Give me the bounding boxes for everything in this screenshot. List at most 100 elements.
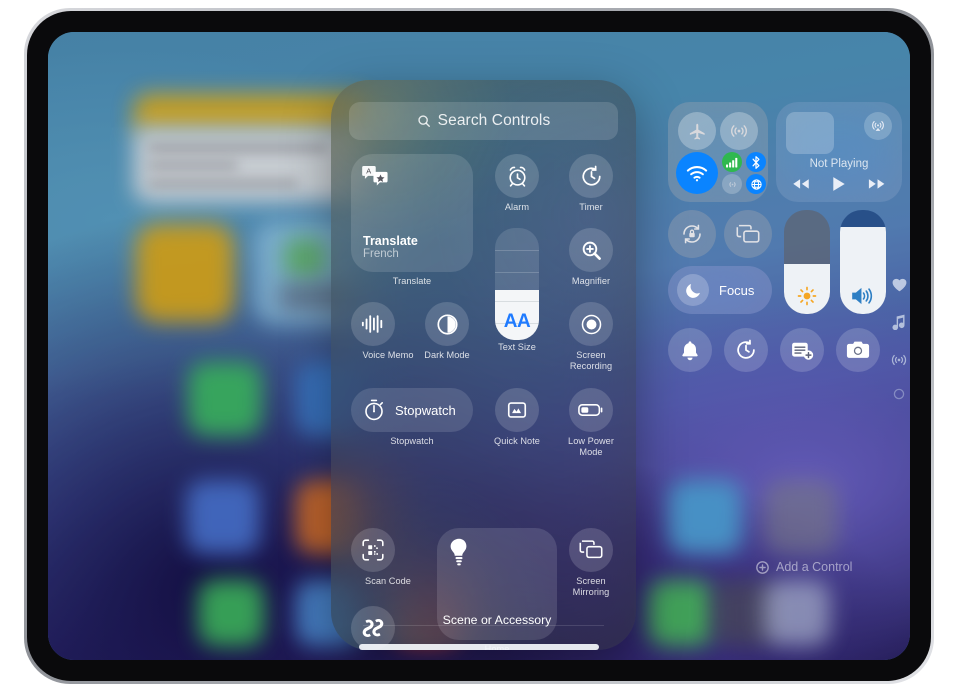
svg-text:A: A (366, 167, 371, 176)
music-note-icon[interactable] (892, 314, 906, 330)
volume-slider[interactable] (840, 210, 886, 314)
personal-hotspot-toggle[interactable] (746, 174, 766, 194)
quick-note-icon (506, 399, 528, 421)
airplane-mode-toggle[interactable] (678, 112, 716, 150)
caption-dark-mode: Dark Mode (424, 350, 470, 360)
home-indicator[interactable] (359, 644, 599, 650)
screen-mirroring-toggle[interactable] (724, 210, 772, 258)
now-playing-module: Not Playing (776, 102, 902, 202)
caption-screen-mirroring: Screen Mirroring (572, 576, 610, 597)
connectivity-module (668, 102, 768, 202)
search-controls-input[interactable]: Search Controls (349, 102, 618, 140)
search-icon (417, 114, 431, 128)
caption-quick-note: Quick Note (494, 436, 540, 446)
caption-timer: Timer (579, 202, 603, 212)
album-artwork-placeholder (786, 112, 834, 154)
panel-divider (363, 625, 604, 626)
bluetooth-icon (751, 155, 761, 169)
timer-icon (735, 339, 757, 361)
translate-language: French (363, 248, 399, 260)
control-text-size-slider[interactable]: AA (495, 228, 539, 340)
focus-label: Focus (719, 282, 755, 298)
text-size-glyph: AA (503, 311, 531, 332)
airdrop-small-toggle[interactable] (722, 174, 742, 194)
control-low-power-mode[interactable] (569, 388, 613, 432)
camera-button[interactable] (836, 328, 880, 372)
caption-stopwatch: Stopwatch (390, 436, 434, 446)
timer-button[interactable] (724, 328, 768, 372)
airplay-button[interactable] (864, 112, 892, 140)
search-placeholder-label: Search Controls (437, 112, 551, 129)
connectivity-icon[interactable] (891, 352, 907, 366)
airplay-audio-icon (870, 118, 886, 134)
focus-toggle[interactable]: Focus (668, 266, 772, 314)
control-alarm[interactable] (495, 154, 539, 198)
airdrop-icon (729, 121, 749, 141)
cellular-bars-icon (726, 157, 738, 168)
caption-text-size: Text Size (498, 342, 536, 352)
lightbulb-icon (450, 538, 468, 566)
page-indicator-rail (886, 278, 910, 400)
magnifier-icon (580, 239, 603, 262)
now-playing-status: Not Playing (809, 158, 869, 170)
circle-dot-icon[interactable] (893, 388, 905, 400)
rotation-lock-icon (680, 222, 704, 246)
control-dark-mode[interactable] (425, 302, 469, 346)
controls-gallery-panel: Search Controls A Translate French Trans… (331, 80, 636, 650)
moon-icon (677, 274, 709, 306)
control-scan-code[interactable] (351, 528, 395, 572)
speaker-wave-icon (840, 286, 886, 306)
caption-alarm: Alarm (504, 202, 530, 212)
control-quick-note[interactable] (495, 388, 539, 432)
alarm-clock-icon (506, 165, 529, 188)
ipad-screen: Search Controls A Translate French Trans… (48, 32, 910, 660)
airdrop-toggle[interactable] (720, 112, 758, 150)
bell-icon (680, 340, 700, 361)
control-stopwatch[interactable]: Stopwatch (351, 388, 473, 432)
screen-mirroring-icon (736, 224, 760, 245)
airplane-icon (688, 122, 707, 141)
qr-scan-icon (361, 538, 385, 562)
caption-scan-code: Scan Code (365, 576, 411, 586)
control-home-scene[interactable]: Scene or Accessory (437, 528, 557, 640)
heart-icon[interactable] (892, 278, 907, 292)
wifi-toggle[interactable] (676, 152, 718, 194)
media-transport-controls (776, 176, 902, 192)
add-a-control-button[interactable]: Add a Control (756, 560, 852, 574)
plus-circle-icon (756, 560, 769, 574)
silent-mode-toggle[interactable] (668, 328, 712, 372)
add-a-control-label: Add a Control (776, 560, 853, 574)
rewind-button[interactable] (792, 178, 810, 190)
quick-note-button[interactable] (780, 328, 824, 372)
timer-icon (580, 165, 603, 188)
caption-low-power-mode: Low Power Mode (568, 436, 614, 457)
quick-note-icon (791, 340, 814, 361)
play-button[interactable] (832, 176, 846, 192)
stopwatch-label: Stopwatch (395, 402, 456, 418)
wifi-icon (686, 165, 708, 182)
cellular-data-toggle[interactable] (722, 152, 742, 172)
sun-icon (784, 286, 830, 306)
control-screen-mirroring[interactable] (569, 528, 613, 572)
bluetooth-toggle[interactable] (746, 152, 766, 172)
translate-title: Translate (363, 234, 418, 248)
airdrop-icon (726, 178, 739, 191)
camera-icon (846, 340, 870, 360)
control-magnifier[interactable] (569, 228, 613, 272)
control-screen-recording[interactable] (569, 302, 613, 346)
screen-mirroring-icon (579, 539, 603, 561)
caption-magnifier: Magnifier (571, 276, 611, 286)
hotspot-globe-icon (750, 178, 763, 191)
dark-mode-icon (436, 313, 459, 336)
caption-screen-recording: Screen Recording (569, 350, 613, 371)
control-center-modules: Not Playing Focus Add a Control (660, 80, 910, 650)
brightness-slider[interactable] (784, 210, 830, 314)
shazam-icon (361, 616, 385, 640)
translate-icon: A (362, 164, 388, 186)
control-timer[interactable] (569, 154, 613, 198)
control-voice-memo[interactable] (351, 302, 395, 346)
fast-forward-button[interactable] (868, 178, 886, 190)
translate-tile-text: Translate French (363, 234, 418, 260)
rotation-lock-toggle[interactable] (668, 210, 716, 258)
control-translate[interactable]: A Translate French (351, 154, 473, 272)
